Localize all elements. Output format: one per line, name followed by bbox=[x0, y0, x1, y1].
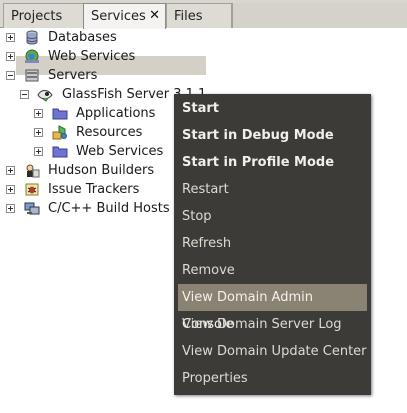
tab-services[interactable]: Services ✕ bbox=[83, 3, 166, 29]
tree-node-label: Web Services bbox=[48, 49, 136, 64]
tree-node-label: Servers bbox=[48, 68, 98, 83]
tab-bar-filler bbox=[232, 3, 407, 28]
menu-item-start-in-profile-mode[interactable]: Start in Profile Mode bbox=[174, 149, 371, 176]
bug-icon bbox=[25, 183, 39, 196]
tree-node-label: C/C++ Build Hosts bbox=[48, 201, 170, 216]
server-icon bbox=[25, 69, 39, 82]
folder-icon bbox=[52, 108, 68, 120]
tab-projects-label: Projects bbox=[11, 9, 63, 24]
menu-item-view-domain-server-log[interactable]: View Domain Server Log bbox=[174, 311, 371, 338]
menu-item-start-in-debug-mode[interactable]: Start in Debug Mode bbox=[174, 122, 371, 149]
expand-icon[interactable] bbox=[6, 204, 15, 213]
tab-files-label: Files bbox=[174, 9, 203, 24]
context-menu: Start Start in Debug Mode Start in Profile… bbox=[174, 94, 371, 395]
tree-node-web-services[interactable]: Web Services bbox=[0, 47, 200, 66]
collapse-icon[interactable] bbox=[6, 71, 15, 80]
tab-files[interactable]: Files bbox=[166, 3, 232, 28]
tree-node-issue-trackers[interactable]: Issue Trackers bbox=[0, 180, 200, 199]
tree-node-label: Hudson Builders bbox=[48, 163, 155, 178]
tree-node-label: Web Services bbox=[76, 144, 164, 159]
tree-node-label: Resources bbox=[76, 125, 143, 140]
menu-item-view-domain-update-center[interactable]: View Domain Update Center bbox=[174, 338, 371, 365]
tree-node-servers[interactable]: Servers bbox=[0, 66, 200, 85]
menu-item-restart[interactable]: Restart bbox=[174, 176, 371, 203]
resources-icon bbox=[52, 125, 67, 140]
menu-item-stop[interactable]: Stop bbox=[174, 203, 371, 230]
tab-projects[interactable]: Projects bbox=[3, 3, 84, 28]
globe-icon bbox=[25, 49, 39, 63]
database-icon bbox=[26, 30, 38, 45]
expand-icon[interactable] bbox=[6, 185, 15, 194]
hudson-icon bbox=[26, 164, 40, 178]
glassfish-icon bbox=[37, 90, 53, 102]
expand-icon[interactable] bbox=[6, 166, 15, 175]
tab-bar: Projects Services ✕ Files bbox=[0, 0, 407, 29]
menu-item-view-domain-admin-console[interactable]: View Domain Admin Console bbox=[178, 284, 367, 332]
expand-icon[interactable] bbox=[34, 147, 43, 156]
collapse-icon[interactable] bbox=[20, 90, 29, 99]
tab-services-label: Services bbox=[91, 9, 146, 24]
folder-icon bbox=[52, 146, 68, 158]
expand-icon[interactable] bbox=[6, 33, 15, 42]
expand-icon[interactable] bbox=[6, 52, 15, 61]
tree-node-label: Databases bbox=[48, 30, 117, 45]
expand-icon[interactable] bbox=[34, 109, 43, 118]
tree-node-cpp-hosts[interactable]: C/C++ Build Hosts bbox=[0, 199, 200, 218]
menu-item-properties[interactable]: Properties bbox=[174, 365, 371, 392]
host-icon bbox=[24, 202, 40, 215]
tree-node-server-web-services[interactable]: Web Services bbox=[30, 142, 190, 161]
close-icon[interactable]: ✕ bbox=[149, 8, 160, 23]
menu-item-start[interactable]: Start bbox=[174, 95, 371, 122]
tree-node-hudson[interactable]: Hudson Builders bbox=[0, 161, 200, 180]
tree-node-resources[interactable]: Resources bbox=[30, 123, 190, 142]
tree-node-applications[interactable]: Applications bbox=[30, 104, 190, 123]
tree-node-databases[interactable]: Databases bbox=[0, 28, 200, 47]
tree-node-label: Applications bbox=[76, 106, 156, 121]
tree-node-label: Issue Trackers bbox=[48, 182, 140, 197]
menu-item-refresh[interactable]: Refresh bbox=[174, 230, 371, 257]
menu-item-remove[interactable]: Remove bbox=[174, 257, 371, 284]
expand-icon[interactable] bbox=[34, 128, 43, 137]
